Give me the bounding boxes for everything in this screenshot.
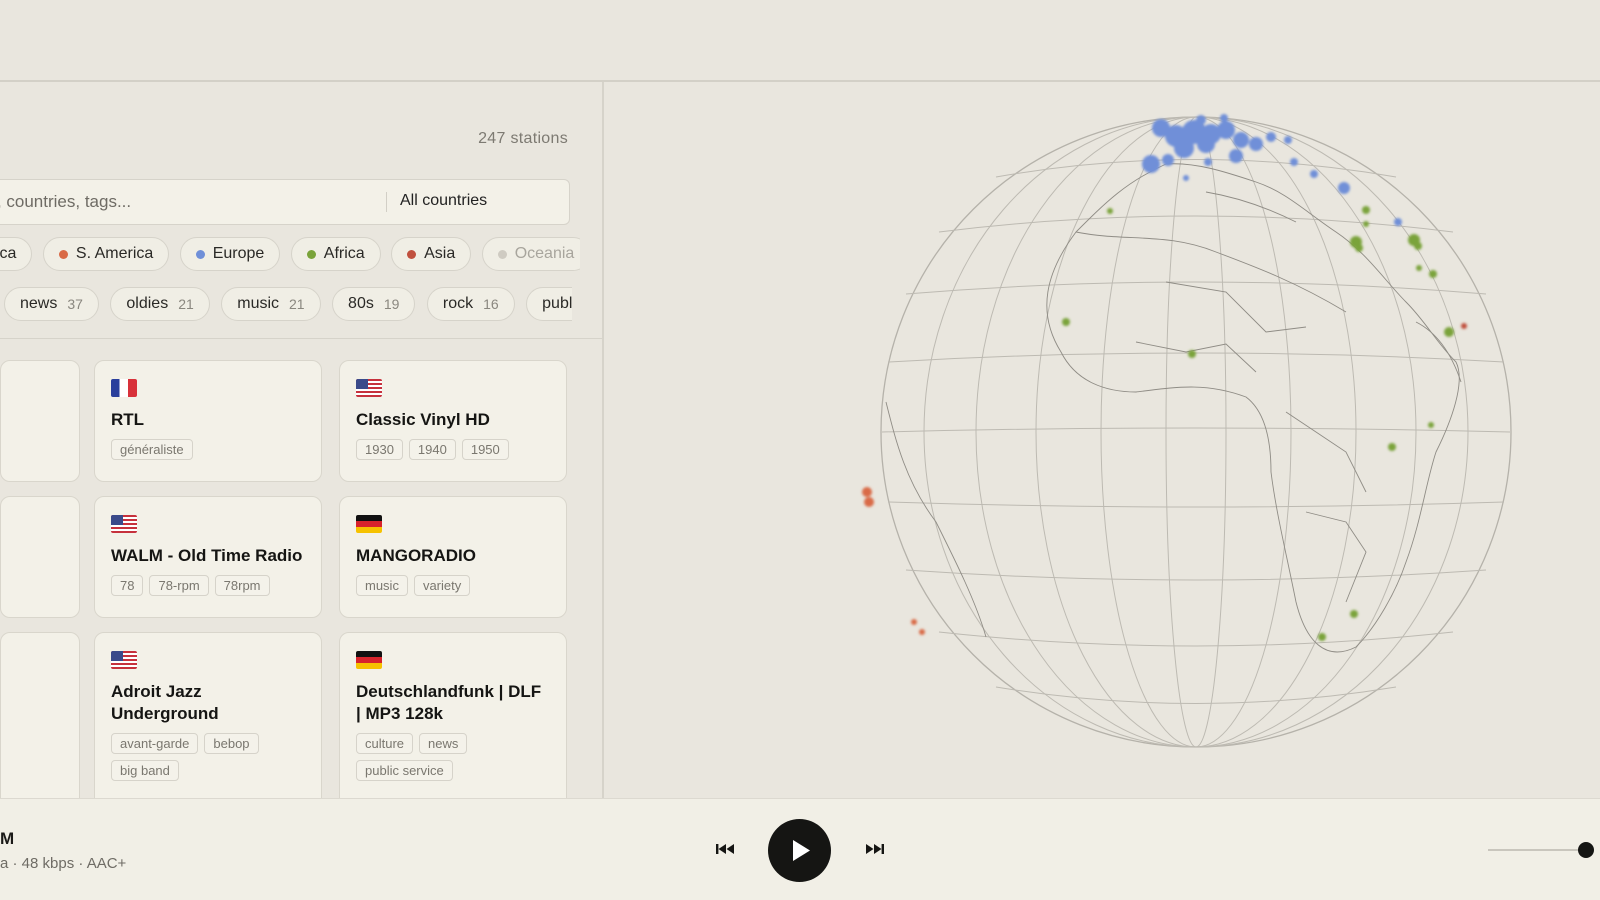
station-panel: 247 stations All countries ica S. Americ… <box>0 82 604 798</box>
tag-chip-news[interactable]: news 37 <box>4 287 99 321</box>
play-button[interactable] <box>768 819 831 882</box>
skip-previous-icon[interactable] <box>713 839 737 859</box>
continent-outlines <box>885 163 1462 653</box>
station-tag: 78-rpm <box>149 575 209 596</box>
tag-filter: news 37 oldies 21 music 21 80s 19 rock 16 pub… <box>4 287 572 321</box>
s-america-dot-icon <box>58 249 68 259</box>
search-bar: All countries <box>0 179 570 225</box>
now-playing-meta: a · 48 kbps · AAC+ <box>0 855 127 872</box>
region-chip-oceania[interactable]: Oceania <box>481 237 580 271</box>
divider <box>0 338 602 339</box>
station-tag: 78rpm <box>214 575 270 596</box>
station-tag: public service <box>356 760 453 781</box>
station-card[interactable] <box>0 496 80 618</box>
europe-dot-icon <box>195 249 205 259</box>
station-tag: music <box>356 575 408 596</box>
station-tag: variety <box>413 575 471 596</box>
top-bar <box>0 0 1600 82</box>
search-input[interactable] <box>0 180 381 224</box>
station-card-walm[interactable]: WALM - Old Time Radio 78 78-rpm 78rpm <box>94 496 322 618</box>
region-chip-africa[interactable]: Africa <box>290 237 381 271</box>
station-tag: 1940 <box>408 439 456 460</box>
tag-chip-public[interactable]: publi <box>526 287 572 321</box>
region-filter: ica S. America Europe Africa Asia Oceani… <box>0 237 580 271</box>
tag-chip-music[interactable]: music 21 <box>221 287 321 321</box>
tag-chip-80s[interactable]: 80s 19 <box>332 287 416 321</box>
station-tag: 78 <box>111 575 144 596</box>
station-grid: RTL généraliste Classic Vinyl HD 1930 19… <box>0 360 602 798</box>
station-tag: bebop <box>204 733 259 754</box>
globe-graticule <box>880 116 1512 748</box>
station-name: Classic Vinyl HD <box>356 410 490 429</box>
usa-flag-icon <box>111 515 137 533</box>
station-name: WALM - Old Time Radio <box>111 546 303 565</box>
asia-markers <box>1461 323 1467 329</box>
station-tag: culture <box>356 733 414 754</box>
station-tag: big band <box>111 760 179 781</box>
germany-flag-icon <box>356 651 382 669</box>
usa-flag-icon <box>111 651 137 669</box>
station-card[interactable] <box>0 360 80 482</box>
usa-flag-icon <box>356 379 382 397</box>
region-chip-asia[interactable]: Asia <box>391 237 472 271</box>
region-chip-s-america[interactable]: S. America <box>42 237 170 271</box>
station-card-adroit-jazz[interactable]: Adroit Jazz Underground avant-garde bebo… <box>94 632 322 798</box>
station-card[interactable] <box>0 632 80 798</box>
station-tag: news <box>419 733 468 754</box>
station-count: 247 stations <box>478 130 568 147</box>
tag-chip-oldies[interactable]: oldies 21 <box>110 287 210 321</box>
region-chip-europe[interactable]: Europe <box>179 237 281 271</box>
station-card-classic-vinyl[interactable]: Classic Vinyl HD 1930 1940 1950 <box>339 360 567 482</box>
france-flag-icon <box>111 379 137 397</box>
station-name: RTL <box>111 410 145 429</box>
africa-dot-icon <box>306 249 316 259</box>
volume-slider[interactable] <box>1488 849 1588 851</box>
station-tag: 1950 <box>461 439 509 460</box>
player-bar: M a · 48 kbps · AAC+ <box>0 798 1600 900</box>
station-name: Deutschlandfunk | DLF | MP3 128k <box>356 682 542 723</box>
play-icon <box>793 840 810 861</box>
station-markers[interactable] <box>862 114 1467 641</box>
region-chip-americas[interactable]: ica <box>0 237 33 271</box>
station-card-deutschlandfunk[interactable]: Deutschlandfunk | DLF | MP3 128k culture… <box>339 632 567 798</box>
search-divider <box>386 192 387 212</box>
globe-map[interactable] <box>606 82 1600 798</box>
station-name: MANGORADIO <box>356 546 476 565</box>
germany-flag-icon <box>356 515 382 533</box>
volume-knob[interactable] <box>1578 842 1594 858</box>
asia-dot-icon <box>407 249 417 259</box>
station-tag: avant-garde <box>111 733 199 754</box>
now-playing-title: M <box>0 829 15 848</box>
skip-next-icon[interactable] <box>863 839 887 859</box>
oceania-dot-icon <box>497 249 507 259</box>
station-tag: 1930 <box>356 439 403 460</box>
station-card-rtl[interactable]: RTL généraliste <box>94 360 322 482</box>
s-america-markers <box>862 487 925 635</box>
station-card-mangoradio[interactable]: MANGORADIO music variety <box>339 496 567 618</box>
station-tag: généraliste <box>111 439 193 460</box>
station-name: Adroit Jazz Underground <box>111 682 219 723</box>
country-filter-select[interactable]: All countries <box>400 192 487 210</box>
tag-chip-rock[interactable]: rock 16 <box>426 287 515 321</box>
globe-view[interactable] <box>606 82 1600 798</box>
